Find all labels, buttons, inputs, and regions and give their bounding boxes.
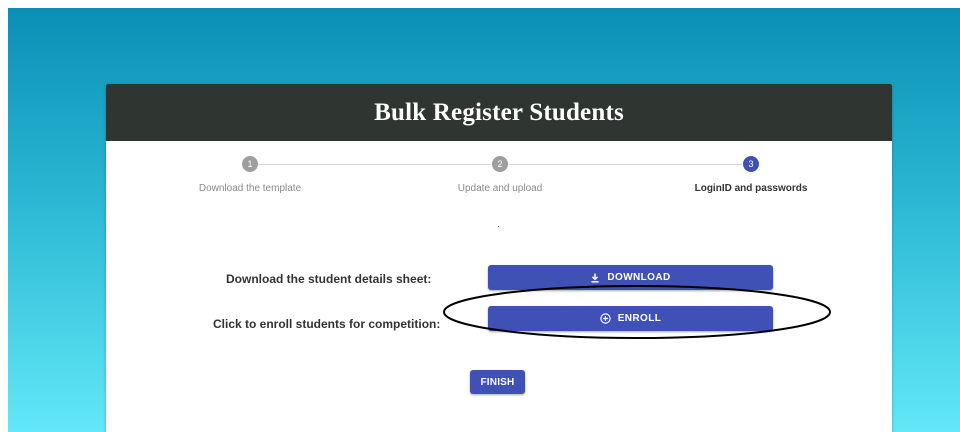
finish-button[interactable]: FINISH [470, 370, 525, 394]
step-connector-1-2 [258, 164, 491, 165]
step-2-icon[interactable]: 2 [492, 156, 508, 172]
enroll-students-label: Click to enroll students for competition… [213, 317, 441, 331]
step-3-label: LoginID and passwords [694, 183, 808, 194]
enroll-button-label: ENROLL [617, 313, 662, 324]
page-title: Bulk Register Students [374, 98, 624, 126]
download-sheet-label: Download the student details sheet: [226, 272, 432, 286]
bulk-register-card: Bulk Register Students 1 2 3 Download th… [106, 84, 892, 432]
separator-dot [498, 226, 499, 227]
step-1-label: Download the template [198, 183, 302, 194]
step-1-icon[interactable]: 1 [242, 156, 258, 172]
step-connector-2-3 [509, 164, 742, 165]
enroll-button[interactable]: ENROLL [488, 306, 773, 331]
download-icon [591, 273, 599, 283]
step-3-icon[interactable]: 3 [743, 156, 759, 172]
card-header: Bulk Register Students [106, 84, 892, 141]
step-2-label: Update and upload [457, 183, 543, 194]
add-circle-outline-icon [600, 313, 611, 324]
download-button-label: DOWNLOAD [607, 272, 671, 283]
download-button[interactable]: DOWNLOAD [488, 265, 773, 290]
page-backdrop: Bulk Register Students 1 2 3 Download th… [8, 8, 960, 432]
stepper: 1 2 3 Download the template Update and u… [106, 141, 892, 201]
